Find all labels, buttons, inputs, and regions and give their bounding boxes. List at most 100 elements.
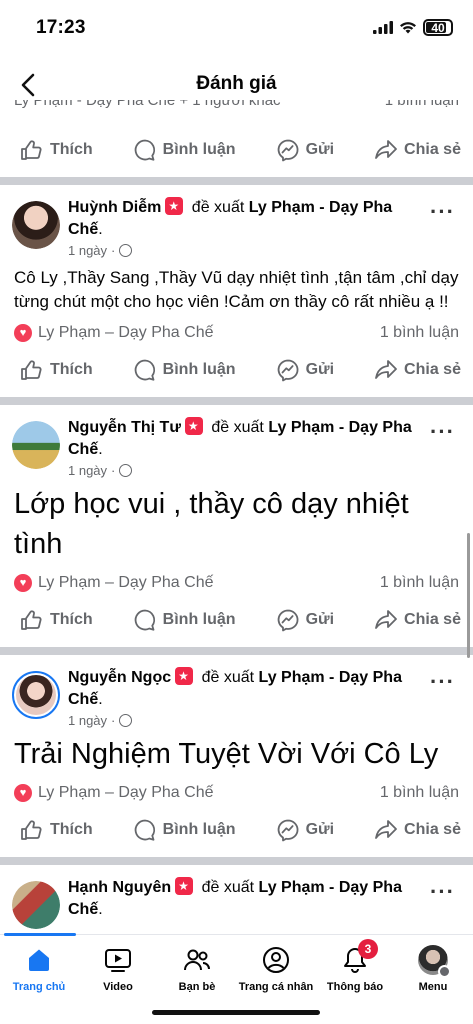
- send-button[interactable]: Gửi: [276, 138, 334, 162]
- post-title: Hạnh Nguyên đề xuất Ly Phạm - Dạy Pha Ch…: [68, 877, 413, 921]
- tab-home[interactable]: Trang chủ: [0, 945, 84, 993]
- status-icons: 40: [373, 19, 453, 36]
- share-icon: [375, 609, 397, 629]
- post-header: Nguyễn Ngọc đề xuất Ly Phạm - Dạy Pha Ch…: [0, 655, 473, 728]
- avatar[interactable]: [12, 881, 60, 929]
- recommend-icon: [175, 877, 194, 895]
- friends-icon: [182, 945, 212, 975]
- globe-icon: [119, 714, 133, 727]
- comment-button[interactable]: Bình luận: [133, 138, 236, 162]
- post-title: Nguyễn Ngọc đề xuất Ly Phạm - Dạy Pha Ch…: [68, 667, 413, 711]
- reviews-feed[interactable]: Ly Phạm - Dạy Pha Chế + 1 người khác 1 b…: [0, 100, 473, 934]
- partial-reaction-row: Ly Phạm - Dạy Pha Chế + 1 người khác 1 b…: [0, 100, 473, 122]
- comment-count[interactable]: 1 bình luận: [380, 784, 459, 802]
- post-body: Lớp học vui , thầy cô dạy nhiệt tình: [14, 488, 409, 560]
- page-title: Đánh giá: [196, 73, 277, 94]
- like-button[interactable]: Thích: [20, 139, 93, 161]
- recommend-icon: [165, 197, 184, 215]
- home-icon: [24, 945, 54, 975]
- battery-level: 40: [431, 20, 445, 35]
- share-icon: [375, 139, 397, 159]
- cellular-signal-icon: [373, 21, 393, 34]
- send-button[interactable]: Gửi: [276, 358, 334, 382]
- author-name[interactable]: Nguyễn Ngọc: [68, 669, 171, 686]
- tab-profile[interactable]: Trang cá nhân: [231, 945, 321, 993]
- like-button[interactable]: Thích: [20, 819, 93, 841]
- messenger-icon: [277, 819, 299, 841]
- bottom-tab-bar: Trang chủ Video Bạn bè Trang cá nhân 3 T…: [0, 933, 473, 1024]
- like-button[interactable]: Thích: [20, 359, 93, 381]
- post-separator: [0, 647, 473, 655]
- partial-reaction-text: Ly Phạm - Dạy Pha Chế + 1 người khác: [14, 100, 281, 109]
- post-title: Nguyễn Thị Tư đề xuất Ly Phạm - Dạy Pha …: [68, 417, 413, 461]
- like-icon: [21, 609, 42, 630]
- messenger-icon: [277, 139, 299, 161]
- share-button[interactable]: Chia sẻ: [374, 139, 461, 161]
- send-button[interactable]: Gửi: [276, 608, 334, 632]
- notification-count-badge: 3: [358, 939, 378, 959]
- tab-menu[interactable]: Menu: [388, 945, 473, 993]
- share-button[interactable]: Chia sẻ: [374, 819, 461, 841]
- review-post: Hạnh Nguyên đề xuất Ly Phạm - Dạy Pha Ch…: [0, 865, 473, 929]
- reactions-summary[interactable]: ♥ Ly Phạm – Dạy Pha Chế: [14, 574, 214, 592]
- post-actions: Thích Bình luận Gửi Chia sẻ: [0, 802, 473, 857]
- post-separator: [0, 857, 473, 865]
- tab-notifications[interactable]: 3 Thông báo: [310, 939, 400, 993]
- post-header: Huỳnh Diễm đề xuất Ly Phạm - Dạy Pha Chế…: [0, 185, 473, 258]
- more-options-icon[interactable]: ···: [430, 669, 455, 695]
- status-time: 17:23: [36, 17, 86, 38]
- reactions-summary[interactable]: ♥ Ly Phạm – Dạy Pha Chế: [14, 324, 214, 342]
- reactions-summary[interactable]: ♥ Ly Phạm – Dạy Pha Chế: [14, 784, 214, 802]
- post-body: Trải Nghiệm Tuyệt Vời Với Cô Ly: [14, 738, 439, 770]
- post-time[interactable]: 1 ngày: [68, 463, 107, 478]
- globe-icon: [119, 464, 133, 477]
- avatar[interactable]: [12, 201, 60, 249]
- like-button[interactable]: Thích: [20, 609, 93, 631]
- avatar[interactable]: [12, 671, 60, 719]
- recommend-icon: [184, 417, 203, 435]
- avatar[interactable]: [12, 421, 60, 469]
- scrollbar[interactable]: [467, 533, 470, 658]
- post-time[interactable]: 1 ngày: [68, 713, 107, 728]
- author-name[interactable]: Hạnh Nguyên: [68, 879, 171, 896]
- home-indicator: [152, 1010, 320, 1015]
- comment-count[interactable]: 1 bình luận: [380, 574, 459, 592]
- post-actions: Thích Bình luận Gửi Chia sẻ: [0, 122, 473, 177]
- post-body: Cô Ly ,Thầy Sang ,Thầy Vũ dạy nhiệt tình…: [14, 268, 459, 311]
- status-bar: 17:23 40: [0, 0, 473, 56]
- post-actions: Thích Bình luận Gửi Chia sẻ: [0, 342, 473, 397]
- author-name[interactable]: Huỳnh Diễm: [68, 199, 161, 216]
- video-icon: [103, 945, 133, 975]
- more-options-icon[interactable]: ···: [430, 419, 455, 445]
- more-options-icon[interactable]: ···: [430, 879, 455, 905]
- love-reaction-icon: ♥: [14, 574, 32, 592]
- share-icon: [375, 359, 397, 379]
- comment-button[interactable]: Bình luận: [133, 818, 236, 842]
- post-title: Huỳnh Diễm đề xuất Ly Phạm - Dạy Pha Chế…: [68, 197, 413, 241]
- comment-icon: [134, 819, 155, 841]
- post-time[interactable]: 1 ngày: [68, 243, 107, 258]
- comment-button[interactable]: Bình luận: [133, 608, 236, 632]
- post-header: Hạnh Nguyên đề xuất Ly Phạm - Dạy Pha Ch…: [0, 865, 473, 929]
- comment-count[interactable]: 1 bình luận: [380, 324, 459, 342]
- tab-friends[interactable]: Bạn bè: [152, 945, 242, 993]
- review-post: Huỳnh Diễm đề xuất Ly Phạm - Dạy Pha Chế…: [0, 185, 473, 397]
- comment-button[interactable]: Bình luận: [133, 358, 236, 382]
- partial-comment-count[interactable]: 1 bình luận: [385, 100, 459, 109]
- messenger-icon: [277, 359, 299, 381]
- share-button[interactable]: Chia sẻ: [374, 609, 461, 631]
- post-meta: 1 ngày ·: [68, 243, 413, 258]
- love-reaction-icon: ♥: [14, 324, 32, 342]
- share-button[interactable]: Chia sẻ: [374, 359, 461, 381]
- send-button[interactable]: Gửi: [276, 818, 334, 842]
- author-name[interactable]: Nguyễn Thị Tư: [68, 419, 181, 436]
- love-reaction-icon: ♥: [14, 784, 32, 802]
- post-header: Nguyễn Thị Tư đề xuất Ly Phạm - Dạy Pha …: [0, 405, 473, 478]
- reaction-row: ♥ Ly Phạm – Dạy Pha Chế 1 bình luận: [0, 774, 473, 802]
- more-options-icon[interactable]: ···: [430, 199, 455, 225]
- tab-video[interactable]: Video: [73, 945, 163, 993]
- like-icon: [21, 819, 42, 840]
- battery-icon: 40: [423, 19, 453, 36]
- globe-icon: [119, 244, 133, 257]
- like-icon: [21, 359, 42, 380]
